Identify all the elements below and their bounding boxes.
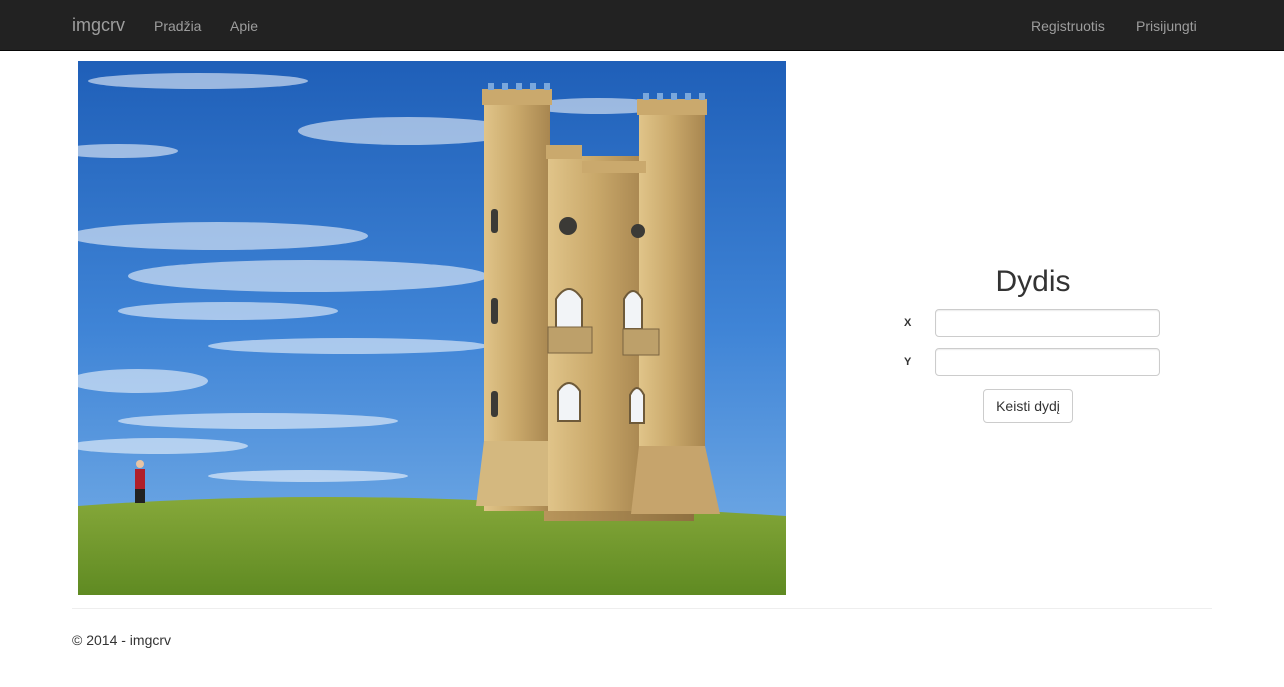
y-label: Y: [904, 356, 912, 368]
castle-photo: [78, 61, 786, 595]
resize-button[interactable]: Keisti dydį: [983, 389, 1073, 423]
nav-link-pradzia[interactable]: Pradžia: [154, 16, 201, 36]
nav-link-registruotis[interactable]: Registruotis: [1031, 16, 1105, 36]
x-label: X: [904, 317, 912, 329]
footer-copyright: © 2014 - imgcrv: [72, 632, 172, 648]
x-input[interactable]: [935, 309, 1160, 337]
y-input[interactable]: [935, 348, 1160, 376]
top-navbar: imgcrv Pradžia Apie Registruotis Prisiju…: [0, 0, 1284, 51]
nav-link-apie[interactable]: Apie: [230, 16, 258, 36]
brand-link[interactable]: imgcrv: [72, 15, 125, 35]
resize-title: Dydis: [995, 265, 1071, 298]
nav-link-prisijungti[interactable]: Prisijungti: [1136, 16, 1197, 36]
footer-divider: [72, 608, 1212, 609]
